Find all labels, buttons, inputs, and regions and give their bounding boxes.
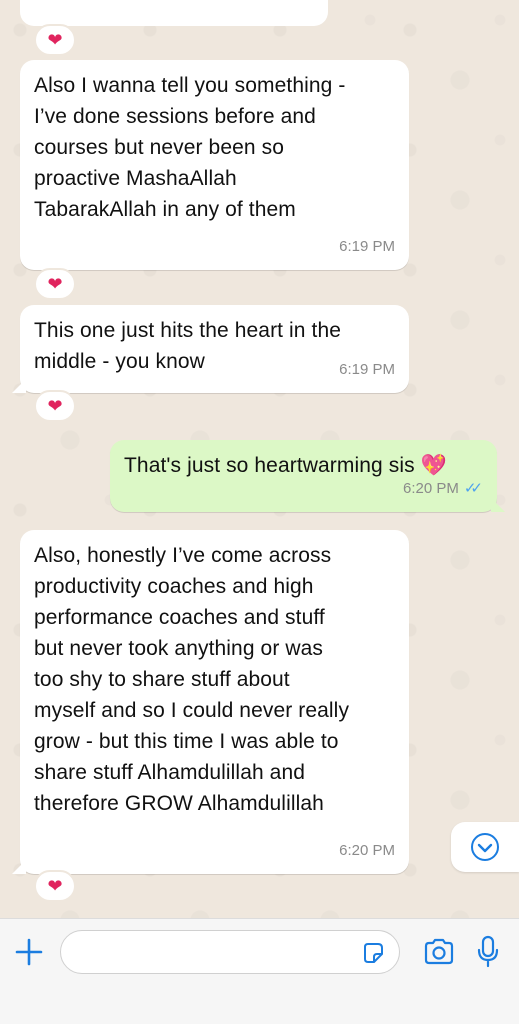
- reaction-heart[interactable]: ❤: [34, 870, 76, 902]
- bubble-tail: [12, 860, 26, 874]
- chevron-down-icon: [471, 833, 499, 861]
- camera-icon: [424, 938, 454, 965]
- incoming-message[interactable]: Also I wanna tell you something - I’ve d…: [20, 60, 409, 270]
- voice-message-button[interactable]: [476, 935, 500, 969]
- sticker-button[interactable]: [361, 941, 385, 965]
- sticker-icon: [364, 943, 383, 963]
- reaction-heart[interactable]: ❤: [34, 268, 76, 300]
- message-time: 6:20 PM: [402, 480, 459, 497]
- message-text: Also, honestly I’ve come across producti…: [34, 544, 350, 815]
- message-time: 6:19 PM: [339, 238, 395, 255]
- incoming-message[interactable]: This one just hits the heart in the midd…: [12, 305, 409, 393]
- reaction-heart[interactable]: ❤: [34, 24, 76, 56]
- message-input[interactable]: [60, 930, 400, 974]
- bubble-tail: [12, 379, 26, 393]
- previous-message-bubble[interactable]: [20, 0, 328, 26]
- heart-icon: ❤: [47, 875, 63, 896]
- heart-icon: ❤: [47, 273, 63, 294]
- bubble-tail: [491, 498, 505, 512]
- composer-bar: [0, 918, 519, 1024]
- microphone-icon: [477, 935, 499, 968]
- plus-icon: [15, 938, 43, 966]
- attach-button[interactable]: [14, 937, 44, 967]
- heart-icon: ❤: [47, 395, 63, 416]
- heart-icon: ❤: [47, 29, 63, 50]
- chat-area[interactable]: ❤ Also I wanna tell you something - I’ve…: [0, 0, 519, 918]
- reaction-heart[interactable]: ❤: [34, 390, 76, 422]
- read-receipt-icon: ✓✓: [463, 480, 483, 497]
- outgoing-message[interactable]: That's just so heartwarming sis 💖 6:20 P…: [110, 440, 505, 512]
- message-time: 6:19 PM: [339, 361, 395, 378]
- camera-button[interactable]: [423, 937, 455, 967]
- message-text: Also I wanna tell you something - I’ve d…: [34, 74, 346, 221]
- message-time: 6:20 PM: [339, 842, 395, 859]
- scroll-to-bottom-button[interactable]: [451, 822, 519, 872]
- incoming-message[interactable]: Also, honestly I’ve come across producti…: [12, 530, 409, 874]
